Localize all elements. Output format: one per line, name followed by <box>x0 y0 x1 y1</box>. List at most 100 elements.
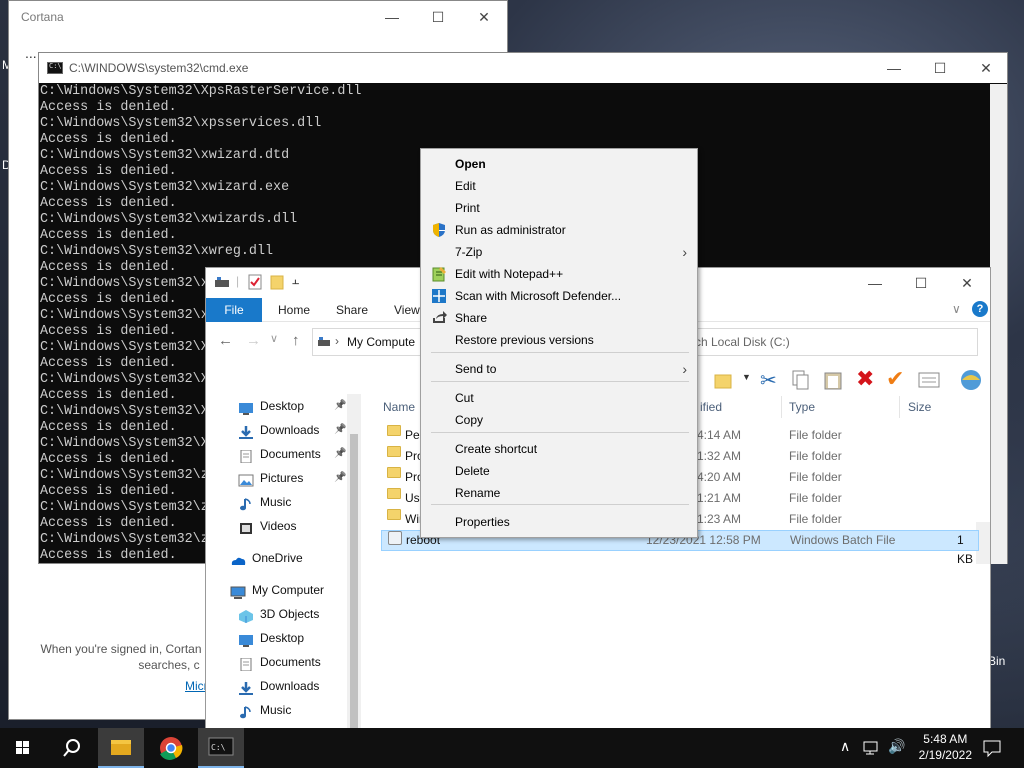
nav-item-3d-objects[interactable]: 3D Objects <box>206 602 319 626</box>
quick-access-icon[interactable] <box>214 276 230 288</box>
folder-icon <box>387 446 401 457</box>
menu-item-cut[interactable]: Cut <box>421 387 697 409</box>
delete-icon[interactable]: ✖ <box>856 366 874 392</box>
tab-share[interactable]: Share <box>326 298 378 322</box>
move-to-icon[interactable] <box>714 372 734 390</box>
pin-icon[interactable]: 📌 <box>334 418 346 442</box>
new-folder-icon[interactable] <box>270 274 284 290</box>
cut-icon[interactable]: ✂ <box>760 368 777 393</box>
search-input[interactable]: ch Local Disk (C:) <box>676 328 978 356</box>
close-button[interactable]: ✕ <box>461 2 507 32</box>
menu-item-copy[interactable]: Copy <box>421 409 697 431</box>
taskbar-file-explorer[interactable] <box>98 728 144 768</box>
nav-scrollbar[interactable] <box>347 394 361 767</box>
search-icon <box>63 739 80 757</box>
menu-item-restore-previous-versions[interactable]: Restore previous versions <box>421 329 697 351</box>
taskbar-chrome[interactable] <box>148 728 194 768</box>
help-icon[interactable]: ? <box>972 301 988 317</box>
menu-item-scan-with-microsoft-defender[interactable]: Scan with Microsoft Defender... <box>421 285 697 307</box>
maximize-button[interactable]: ☐ <box>415 2 461 32</box>
cell-modified: 4:14 AM <box>697 428 742 442</box>
menu-item-open[interactable]: Open <box>421 153 697 175</box>
copy-icon[interactable] <box>792 370 810 390</box>
nav-item-music[interactable]: Music <box>206 490 291 514</box>
maximize-button[interactable]: ☐ <box>898 268 944 298</box>
cell-modified: 1:21 AM <box>697 491 742 505</box>
nav-item-desktop[interactable]: Desktop <box>206 626 304 650</box>
menu-item-send-to[interactable]: Send to › <box>421 358 697 380</box>
nav-item-downloads[interactable]: Downloads 📌 <box>206 418 346 442</box>
menu-item-edit-with-notepad[interactable]: Edit with Notepad++ <box>421 263 697 285</box>
rename-icon[interactable]: ✔ <box>886 366 904 392</box>
menu-item-properties[interactable]: Properties <box>421 511 697 533</box>
videos-icon <box>238 519 254 535</box>
menu-item-edit[interactable]: Edit <box>421 175 697 197</box>
nav-item-my-computer[interactable]: My Computer <box>206 578 324 602</box>
minimize-button[interactable]: — <box>852 268 898 298</box>
properties-icon[interactable] <box>248 274 262 290</box>
close-button[interactable]: ✕ <box>963 53 1009 83</box>
menu-separator <box>431 381 689 382</box>
up-icon[interactable]: ↑ <box>292 332 300 349</box>
recent-locations-icon[interactable]: ∨ <box>270 332 278 345</box>
menu-item-share[interactable]: Share <box>421 307 697 329</box>
menu-item-create-shortcut[interactable]: Create shortcut <box>421 438 697 460</box>
pin-icon[interactable]: 📌 <box>334 442 346 466</box>
nav-item-music[interactable]: Music <box>206 698 291 722</box>
menu-item-run-as-administrator[interactable]: Run as administrator <box>421 219 697 241</box>
pin-icon[interactable]: 📌 <box>334 466 346 490</box>
taskbar: C:\ ∧ 🔊 5:48 AM 2/19/2022 <box>0 728 1024 768</box>
show-hidden-icons-icon[interactable]: ∧ <box>840 738 850 755</box>
nav-item-desktop[interactable]: Desktop 📌 <box>206 394 346 418</box>
menu-item-label: Restore previous versions <box>455 333 594 347</box>
menu-item-rename[interactable]: Rename <box>421 482 697 504</box>
column-size[interactable]: Size <box>908 400 931 414</box>
network-status-icon[interactable] <box>862 739 880 757</box>
forward-icon[interactable]: → <box>246 332 261 349</box>
taskbar-cmd[interactable]: C:\ <box>198 728 244 768</box>
nav-item-documents[interactable]: Documents 📌 <box>206 442 346 466</box>
column-name[interactable]: Name <box>383 400 415 414</box>
nav-item-pictures[interactable]: Pictures 📌 <box>206 466 346 490</box>
share-icon <box>431 310 447 326</box>
menu-item-print[interactable]: Print <box>421 197 697 219</box>
nav-item-videos[interactable]: Videos <box>206 514 296 538</box>
clock-time: 5:48 AM <box>923 732 968 746</box>
notifications-icon[interactable] <box>982 738 1002 758</box>
menu-item-label: 7-Zip <box>455 245 483 259</box>
nav-item-downloads[interactable]: Downloads <box>206 674 319 698</box>
paste-icon[interactable] <box>824 370 842 390</box>
3d-objects-icon <box>238 607 254 624</box>
submenu-arrow-icon: › <box>682 244 687 260</box>
menu-item-7-zip[interactable]: 7-Zip › <box>421 241 697 263</box>
maximize-button[interactable]: ☐ <box>917 53 963 83</box>
back-icon[interactable]: ← <box>218 332 233 349</box>
breadcrumb-separator-icon: › <box>335 334 339 348</box>
dropdown-icon[interactable]: ▼ <box>742 372 751 382</box>
pin-icon[interactable]: 📌 <box>334 394 346 418</box>
ribbon-expand-icon[interactable]: ∨ <box>952 302 961 316</box>
column-type[interactable]: Type <box>789 400 815 414</box>
column-date-modified[interactable]: ified <box>700 400 722 414</box>
search-button[interactable] <box>48 728 94 768</box>
network-icon[interactable] <box>958 368 984 392</box>
customize-toolbar-icon[interactable]: ⫠ <box>292 273 299 288</box>
start-button[interactable] <box>0 728 46 768</box>
nav-item-onedrive[interactable]: OneDrive <box>206 546 303 570</box>
clock[interactable]: 5:48 AM 2/19/2022 <box>919 731 972 763</box>
close-button[interactable]: ✕ <box>944 268 990 298</box>
cmd-scrollbar[interactable] <box>990 84 1007 564</box>
breadcrumb[interactable]: My Compute <box>347 335 415 349</box>
tab-home[interactable]: Home <box>268 298 320 322</box>
tab-file[interactable]: File <box>206 298 262 322</box>
minimize-button[interactable]: — <box>369 2 415 32</box>
nav-item-documents[interactable]: Documents <box>206 650 321 674</box>
menu-item-delete[interactable]: Delete <box>421 460 697 482</box>
cmd-titlebar[interactable]: C:\WINDOWS\system32\cmd.exe — ☐ ✕ <box>39 53 1007 83</box>
nav-scroll-thumb[interactable] <box>350 434 358 767</box>
downloads-icon <box>238 679 254 696</box>
properties-panel-icon[interactable] <box>918 372 940 388</box>
volume-icon[interactable]: 🔊 <box>888 738 905 755</box>
minimize-button[interactable]: — <box>871 53 917 83</box>
cell-modified: 1:32 AM <box>697 449 742 463</box>
